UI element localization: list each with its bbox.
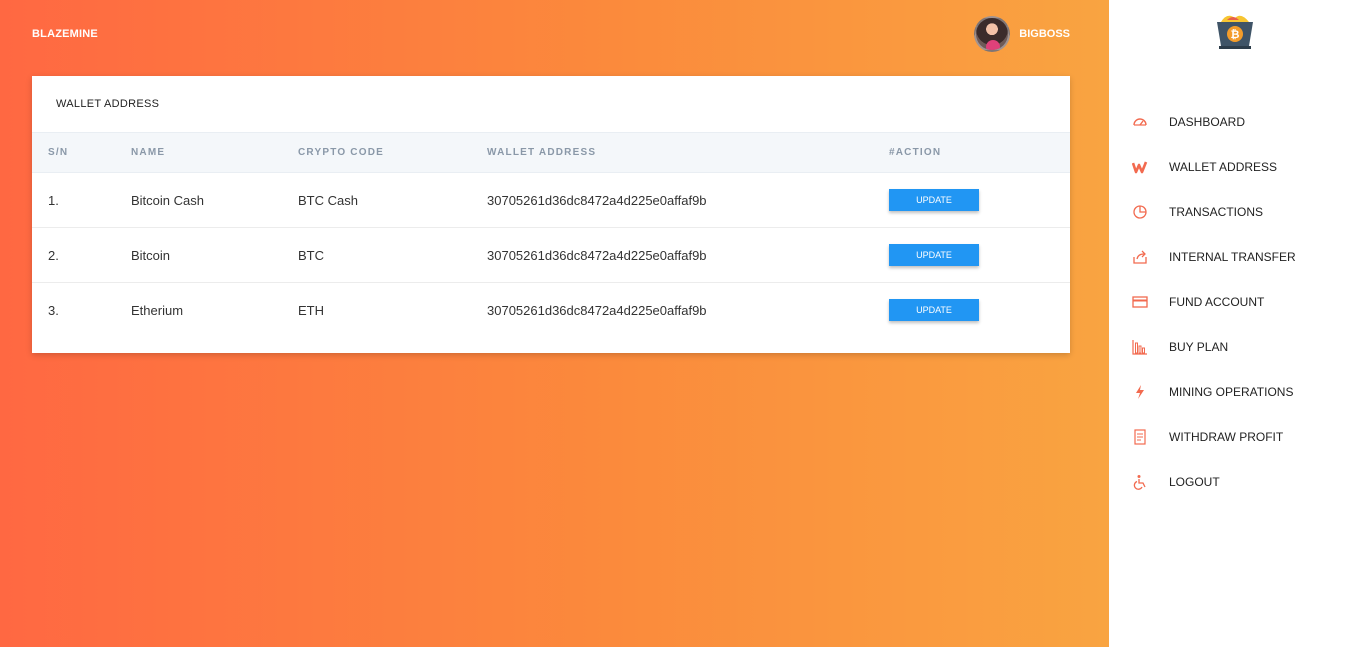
sidebar-item-label: TRANSACTIONS: [1169, 204, 1264, 219]
cell-sn: 2.: [32, 227, 131, 283]
sidebar-item-label: FUND ACCOUNT: [1169, 294, 1265, 309]
sidebar-item-withdraw-profit[interactable]: WITHDRAW PROFIT: [1109, 414, 1349, 459]
sidebar-item-label: DASHBOARD: [1169, 114, 1246, 129]
cell-action: UPDATE: [889, 172, 1070, 228]
main-area: BLAZEMINE BIGBOSS WALLET ADDRESS S/N NAM…: [0, 0, 1109, 647]
avatar[interactable]: [974, 16, 1011, 52]
sidebar-item-label: MINING OPERATIONS: [1169, 384, 1294, 399]
card-title: WALLET ADDRESS: [56, 98, 160, 110]
wallet-table: S/N NAME CRYPTO CODE WALLET ADDRESS #ACT…: [32, 132, 1070, 338]
cell-name: Etherium: [131, 302, 184, 318]
sidebar-item-logout[interactable]: LOGOUT: [1109, 459, 1349, 504]
sidebar-item-label: INTERNAL TRANSFER: [1169, 249, 1296, 264]
sidebar-nav: DASHBOARD WALLET ADDRESS TRANSACTIONS IN…: [1109, 99, 1349, 504]
username[interactable]: BIGBOSS: [1019, 28, 1070, 40]
user-menu[interactable]: BIGBOSS: [974, 16, 1070, 52]
dashboard-icon: [1131, 113, 1149, 131]
wheelchair-icon: [1131, 473, 1149, 491]
sidebar-item-label: WITHDRAW PROFIT: [1169, 429, 1284, 444]
cell-action: UPDATE: [889, 227, 1070, 283]
sidebar-item-mining-operations[interactable]: MINING OPERATIONS: [1109, 369, 1349, 414]
update-button[interactable]: UPDATE: [889, 244, 979, 266]
cell-crypto-code: BTC: [298, 227, 487, 283]
cell-crypto-code: ETH: [298, 302, 324, 318]
table-row: 3. Etherium ETH 30705261d36dc8472a4d225e…: [32, 283, 1070, 338]
svg-text:₿: ₿: [1231, 28, 1240, 41]
credit-card-icon: [1131, 293, 1149, 311]
cell-name: Bitcoin Cash: [131, 172, 298, 228]
column-header-name: NAME: [131, 147, 166, 158]
receipt-icon: [1131, 428, 1149, 446]
sidebar-item-transactions[interactable]: TRANSACTIONS: [1109, 189, 1349, 234]
wallet-address-card: WALLET ADDRESS S/N NAME CRYPTO CODE WALL…: [32, 76, 1070, 353]
sidebar-item-wallet-address[interactable]: WALLET ADDRESS: [1109, 144, 1349, 189]
update-button[interactable]: UPDATE: [889, 189, 979, 211]
sidebar-item-label: BUY PLAN: [1169, 339, 1229, 354]
cell-wallet-address: 30705261d36dc8472a4d225e0affaf9b: [487, 227, 889, 283]
sidebar-item-label: WALLET ADDRESS: [1169, 159, 1278, 174]
column-header-sn: S/N: [48, 147, 69, 158]
cell-action: UPDATE: [889, 283, 1070, 338]
column-header-crypto-code: CRYPTO CODE: [298, 147, 384, 158]
sidebar-item-fund-account[interactable]: FUND ACCOUNT: [1109, 279, 1349, 324]
table-row: 1. Bitcoin Cash BTC Cash 30705261d36dc84…: [32, 172, 1070, 228]
share-icon: [1131, 248, 1149, 266]
brand-name[interactable]: BLAZEMINE: [32, 28, 98, 40]
table-header-row: S/N NAME CRYPTO CODE WALLET ADDRESS #ACT…: [32, 132, 1070, 173]
cell-name: Bitcoin: [131, 227, 298, 283]
bar-chart-icon: [1131, 338, 1149, 356]
sidebar-item-internal-transfer[interactable]: INTERNAL TRANSFER: [1109, 234, 1349, 279]
cell-crypto-code: BTC Cash: [298, 172, 487, 228]
cell-sn: 1.: [32, 172, 131, 228]
cell-wallet-address: 30705261d36dc8472a4d225e0affaf9b: [487, 302, 707, 318]
sidebar: ₿ DASHBOARD WALLET ADDRESS TRANSACTIONS: [1109, 0, 1349, 647]
pie-chart-icon: [1131, 203, 1149, 221]
lightning-icon: [1131, 383, 1149, 401]
table-row: 2. Bitcoin BTC 30705261d36dc8472a4d225e0…: [32, 227, 1070, 283]
column-header-wallet-address: WALLET ADDRESS: [487, 147, 597, 158]
mining-cart-logo-icon[interactable]: ₿: [1213, 10, 1257, 54]
sidebar-item-label: LOGOUT: [1169, 474, 1220, 489]
column-header-action: #ACTION: [889, 147, 942, 158]
wallet-icon: [1131, 158, 1149, 176]
update-button[interactable]: UPDATE: [889, 299, 979, 322]
cell-sn: 3.: [48, 302, 59, 318]
cell-wallet-address: 30705261d36dc8472a4d225e0affaf9b: [487, 172, 889, 228]
sidebar-item-dashboard[interactable]: DASHBOARD: [1109, 99, 1349, 144]
sidebar-item-buy-plan[interactable]: BUY PLAN: [1109, 324, 1349, 369]
